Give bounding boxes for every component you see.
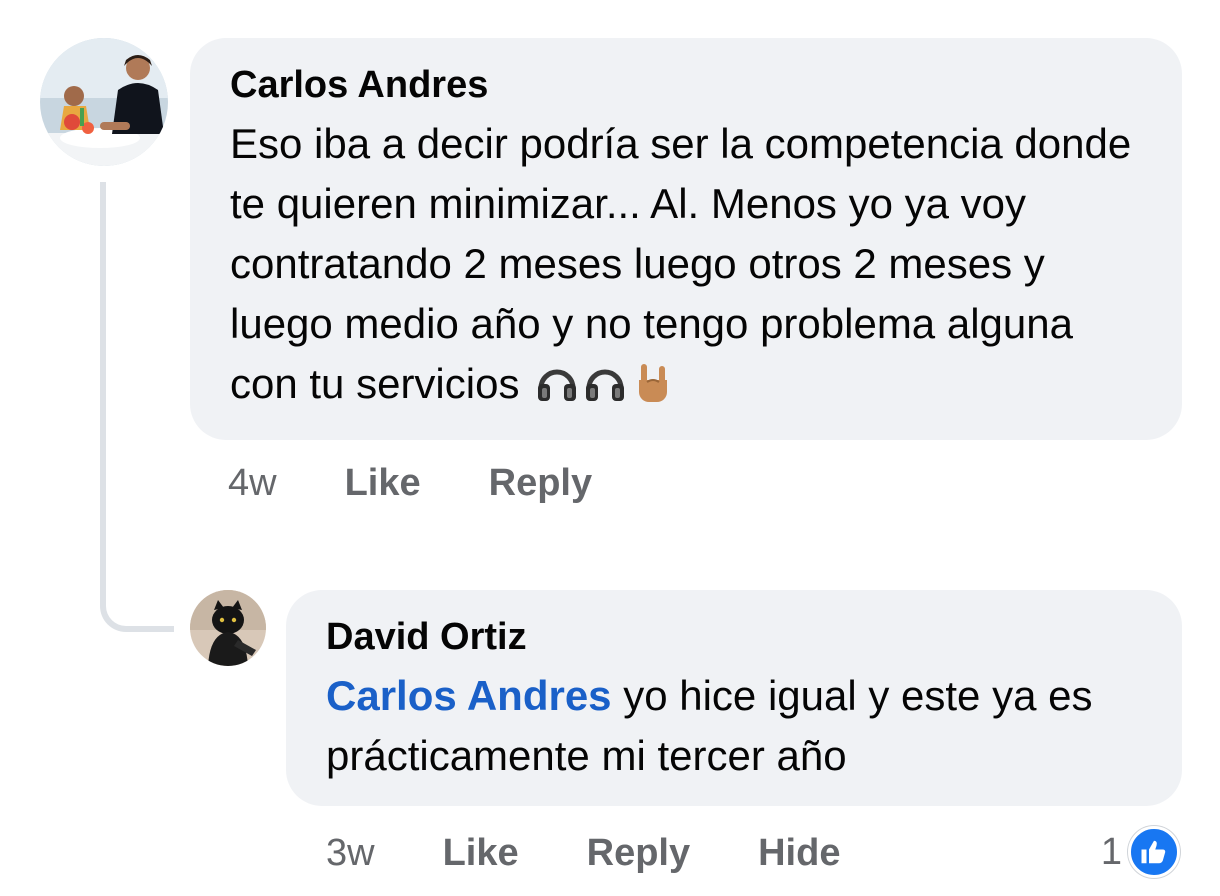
hide-button[interactable]: Hide (758, 832, 840, 875)
comment-text: Eso iba a decir podría ser la competenci… (230, 114, 1142, 414)
thumbs-up-icon (1128, 826, 1180, 878)
reply-timestamp[interactable]: 3w (326, 832, 375, 875)
like-button[interactable]: Like (345, 462, 421, 505)
reply-bubble: David Ortiz Carlos Andres yo hice igual … (286, 590, 1182, 806)
mention-link[interactable]: Carlos Andres (326, 672, 612, 719)
reply-text: Carlos Andres yo hice igual y este ya es… (326, 666, 1142, 786)
reply-button[interactable]: Reply (587, 832, 690, 875)
like-button[interactable]: Like (443, 832, 519, 875)
carlos-andres-avatar[interactable] (40, 38, 168, 166)
reply-button[interactable]: Reply (489, 462, 592, 505)
horns-hand-icon (631, 360, 675, 404)
headphones-icon (535, 360, 579, 404)
comment-actions: 4w Like Reply (228, 462, 660, 505)
headphones-icon (583, 360, 627, 404)
comment-author-name[interactable]: Carlos Andres (230, 62, 1142, 108)
reply-thread-connector (100, 182, 174, 632)
david-ortiz-avatar[interactable] (190, 590, 266, 666)
reply-actions: 3w Like Reply Hide (326, 832, 908, 875)
reply-author-name[interactable]: David Ortiz (326, 614, 1142, 660)
comment-timestamp[interactable]: 4w (228, 462, 277, 505)
reaction-count: 1 (1100, 830, 1122, 873)
reaction-summary[interactable]: 1 (1101, 826, 1180, 878)
comment-bubble: Carlos Andres Eso iba a decir podría ser… (190, 38, 1182, 440)
comment-body: Eso iba a decir podría ser la competenci… (230, 120, 1132, 407)
